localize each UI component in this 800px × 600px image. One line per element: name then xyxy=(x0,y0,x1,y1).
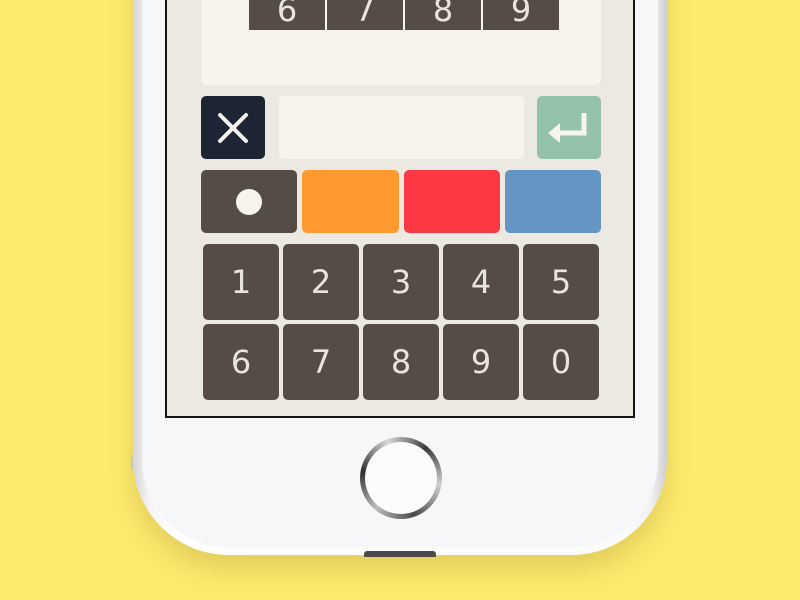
code-slot: 8 xyxy=(405,0,481,30)
close-icon xyxy=(218,112,248,143)
code-input[interactable] xyxy=(279,96,524,159)
code-slot: 6 xyxy=(249,0,325,30)
code-display-panel: 6 7 8 9 xyxy=(201,0,601,85)
dot-icon xyxy=(236,188,263,215)
color-picker-row xyxy=(201,170,601,233)
key-5[interactable]: 5 xyxy=(523,244,599,320)
key-6[interactable]: 6 xyxy=(203,324,279,400)
home-button[interactable] xyxy=(360,437,442,519)
code-slot: 9 xyxy=(483,0,559,30)
key-0[interactable]: 0 xyxy=(523,324,599,400)
enter-button[interactable] xyxy=(537,96,601,159)
clear-button[interactable] xyxy=(201,96,265,159)
key-7[interactable]: 7 xyxy=(283,324,359,400)
color-orange-button[interactable] xyxy=(302,170,399,233)
key-8[interactable]: 8 xyxy=(363,324,439,400)
numeric-keypad: 1 2 3 4 5 6 7 8 9 0 xyxy=(203,244,601,400)
code-slot-label: 7 xyxy=(354,0,376,29)
code-slot-label: 9 xyxy=(510,0,532,29)
code-slot-label: 6 xyxy=(276,0,298,29)
key-3[interactable]: 3 xyxy=(363,244,439,320)
color-white-button[interactable] xyxy=(201,170,298,233)
color-blue-button[interactable] xyxy=(504,170,601,233)
color-red-button[interactable] xyxy=(403,170,500,233)
phone-screen: 6 7 8 9 1 2 3 4 5 6 7 8 9 0 xyxy=(165,0,635,418)
return-arrow-icon xyxy=(548,112,587,143)
home-button-face xyxy=(365,442,437,514)
lightning-port xyxy=(364,551,436,557)
code-slot-label: 8 xyxy=(432,0,454,29)
key-9[interactable]: 9 xyxy=(443,324,519,400)
key-2[interactable]: 2 xyxy=(283,244,359,320)
key-1[interactable]: 1 xyxy=(203,244,279,320)
code-slot: 7 xyxy=(327,0,403,30)
key-4[interactable]: 4 xyxy=(443,244,519,320)
